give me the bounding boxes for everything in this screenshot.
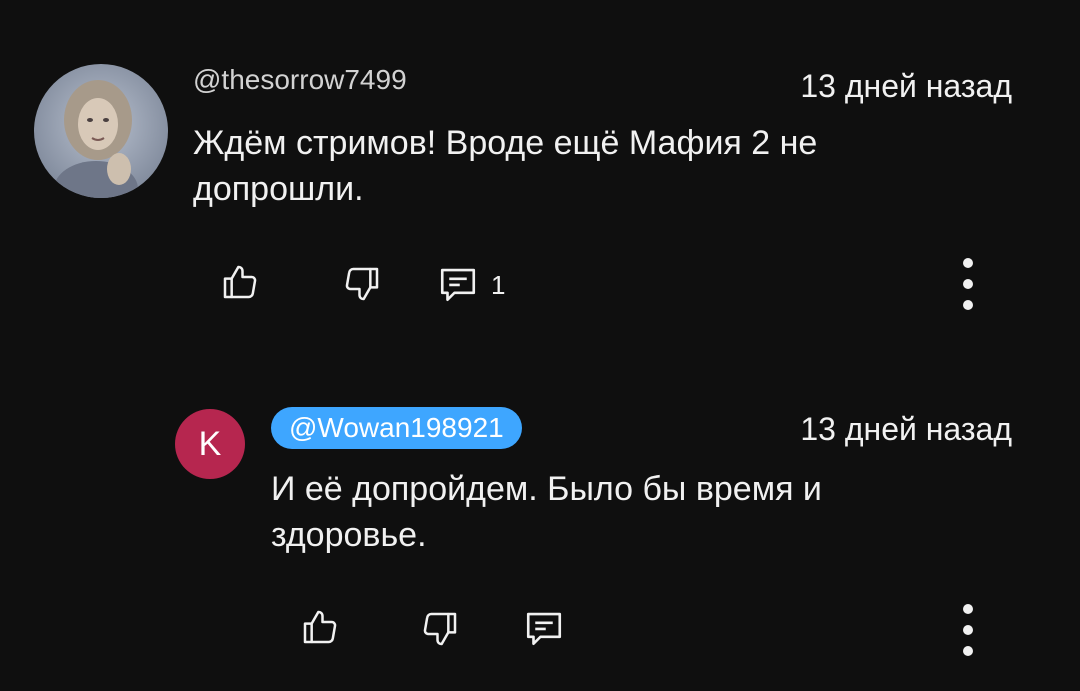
reply-button[interactable] (436, 262, 480, 306)
more-vertical-icon[interactable] (956, 604, 980, 656)
more-vertical-icon[interactable] (956, 258, 980, 310)
menu-dot (963, 279, 973, 289)
reply-avatar[interactable]: K (175, 409, 245, 479)
reply-text: И её допройдем. Было бы время и здоровье… (271, 466, 1031, 558)
dislike-button[interactable] (340, 262, 384, 306)
comment-icon (440, 268, 476, 302)
thumb-up-icon (223, 265, 257, 299)
thumb-up-icon (303, 610, 337, 644)
like-button[interactable] (218, 260, 262, 304)
reply-text-line: здоровье. (271, 516, 427, 554)
comment-text-line: Ждём стримов! Вроде ещё Мафия 2 не (193, 124, 818, 162)
menu-dot (963, 604, 973, 614)
reply-reply-button[interactable] (522, 606, 566, 650)
reply-timestamp: 13 дней назад (800, 411, 1012, 447)
menu-dot (963, 625, 973, 635)
reply-count[interactable]: 1 (491, 270, 505, 301)
comment-icon (526, 612, 562, 646)
reply-text-line: И её допройдем. Было бы время и (271, 470, 822, 508)
menu-dot (963, 258, 973, 268)
reply-like-button[interactable] (298, 605, 342, 649)
comment-text: Ждём стримов! Вроде ещё Мафия 2 не допро… (193, 120, 953, 212)
thumb-down-icon (345, 267, 379, 301)
comment-timestamp: 13 дней назад (800, 68, 1012, 104)
comments-view: @thesorrow7499 13 дней назад Ждём стримо… (0, 0, 1080, 691)
reply-author-chip[interactable]: @Wowan198921 (271, 407, 522, 449)
comment-text-line: допрошли. (193, 170, 364, 208)
reply-dislike-button[interactable] (418, 607, 462, 651)
avatar[interactable] (34, 64, 168, 198)
menu-dot (963, 646, 973, 656)
comment-author[interactable]: @thesorrow7499 (193, 64, 407, 96)
thumb-down-icon (423, 612, 457, 646)
menu-dot (963, 300, 973, 310)
